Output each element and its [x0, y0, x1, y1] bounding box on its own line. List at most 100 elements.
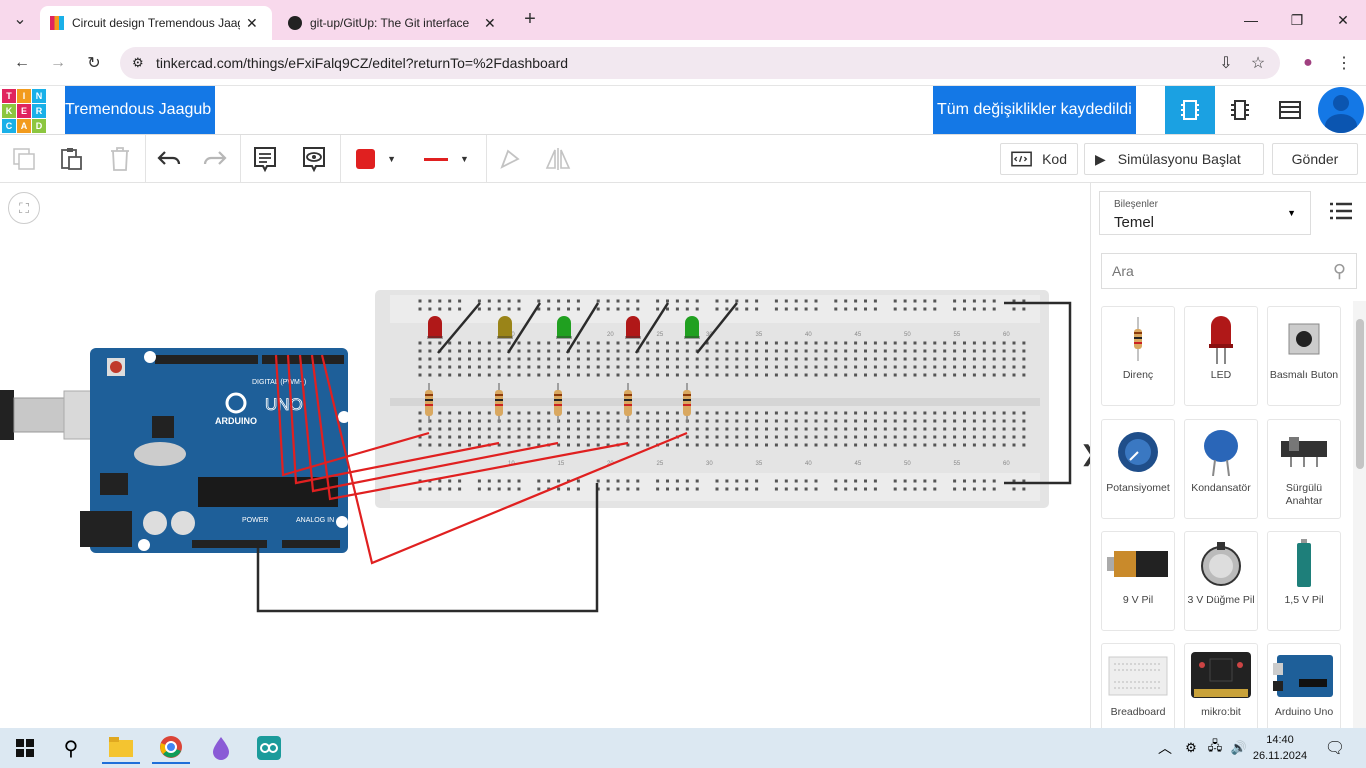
- paste-icon[interactable]: [55, 143, 87, 175]
- resistor-band: [495, 404, 503, 406]
- logo-letter: K: [2, 104, 16, 118]
- send-button[interactable]: Gönder: [1272, 143, 1358, 175]
- notes-icon[interactable]: [249, 143, 281, 175]
- resistor: [425, 390, 433, 416]
- wire-color-picker[interactable]: ▼: [346, 143, 406, 175]
- chrome-icon[interactable]: [152, 732, 190, 764]
- tab-github[interactable]: git-up/GitUp: The Git interface ✕: [278, 6, 508, 40]
- component-label: Basmalı Buton: [1269, 369, 1339, 381]
- browser-menu-icon[interactable]: ⋮: [1330, 50, 1358, 76]
- slide-switch-icon: [1268, 424, 1340, 480]
- wire-type-picker[interactable]: ▼: [414, 143, 480, 175]
- list-view-icon[interactable]: [1329, 201, 1353, 226]
- clock-time: 14:40: [1266, 734, 1294, 746]
- tab-tinkercad[interactable]: Circuit design Tremendous Jaag ✕: [40, 6, 272, 40]
- site-info-icon[interactable]: ⚙: [132, 55, 144, 71]
- component-label: LED: [1210, 369, 1232, 381]
- close-tab-icon[interactable]: ✕: [484, 15, 496, 32]
- component-capacitor[interactable]: Kondansatör: [1184, 419, 1258, 519]
- component-label: Breadboard: [1110, 706, 1166, 718]
- url-field[interactable]: ⚙ tinkercad.com/things/eFxiFalq9CZ/edite…: [120, 47, 1280, 79]
- breadboard-column-number: 20: [607, 332, 614, 338]
- back-icon[interactable]: ←: [8, 50, 36, 76]
- components-dropdown[interactable]: Bileşenler Temel ▼: [1099, 191, 1311, 235]
- toggle-notes-visibility-icon[interactable]: [298, 143, 330, 175]
- component-microbit[interactable]: mikro:bit: [1184, 643, 1258, 728]
- component-breadboard[interactable]: Breadboard: [1101, 643, 1175, 728]
- component-potentiometer[interactable]: Potansiyomet: [1101, 419, 1175, 519]
- logo-letter: R: [32, 104, 46, 118]
- components-panel: Bileşenler Temel ▼ ⚲ Direnç LED Basmalı …: [1090, 183, 1366, 728]
- minimize-icon[interactable]: —: [1228, 0, 1274, 40]
- search-input[interactable]: [1102, 254, 1312, 288]
- chevron-down-icon: ▼: [1287, 208, 1296, 218]
- install-icon[interactable]: ⇩: [1212, 50, 1240, 76]
- breadboard-column-number: 50: [904, 461, 911, 467]
- component-led[interactable]: LED: [1184, 306, 1258, 406]
- component-search[interactable]: ⚲: [1101, 253, 1357, 289]
- tinkercad-logo[interactable]: T I N K E R C A D: [2, 89, 46, 133]
- start-icon[interactable]: [6, 732, 44, 764]
- taskbar-clock[interactable]: 14:40 26.11.2024: [1252, 732, 1308, 764]
- resistor-band: [554, 404, 562, 406]
- logo-letter: E: [17, 104, 31, 118]
- rotate-icon[interactable]: [494, 143, 526, 175]
- circuit-chip-icon: [1181, 100, 1199, 120]
- led: [498, 316, 512, 338]
- wire-type-icon: [424, 157, 448, 161]
- search-icon[interactable]: ⚲: [52, 732, 90, 764]
- url-text: tinkercad.com/things/eFxiFalq9CZ/editel?…: [156, 55, 569, 71]
- component-list-view-button[interactable]: [1265, 86, 1315, 134]
- resistor-band: [683, 399, 691, 401]
- arduino-label: ARDUINO: [215, 416, 257, 426]
- arduino-ide-icon[interactable]: [250, 732, 288, 764]
- profile-icon[interactable]: ●: [1294, 50, 1322, 76]
- redo-icon[interactable]: [199, 143, 231, 175]
- digital-label: DIGITAL (PWM~): [252, 379, 306, 386]
- delete-icon[interactable]: [104, 143, 136, 175]
- component-pushbutton[interactable]: Basmalı Buton: [1267, 306, 1341, 406]
- reload-icon[interactable]: ↻: [80, 50, 108, 76]
- close-window-icon[interactable]: ✕: [1320, 0, 1366, 40]
- component-slide-switch[interactable]: Sürgülü Anahtar: [1267, 419, 1341, 519]
- component-arduino-uno[interactable]: Arduino Uno: [1267, 643, 1341, 728]
- logo-letter: A: [17, 119, 31, 133]
- usb-plug: [13, 397, 65, 433]
- panel-scrollbar[interactable]: [1353, 301, 1366, 728]
- component-label: Sürgülü Anahtar: [1285, 482, 1323, 507]
- resistor-band: [554, 399, 562, 401]
- breadboard-column-number: 25: [657, 461, 664, 467]
- circuit-canvas[interactable]: ⛶ ARDUINO UNO DIGITAL (PWM~) POWER ANALO…: [0, 183, 1098, 728]
- breadboard-column-number: 30: [706, 461, 713, 467]
- forward-icon[interactable]: →: [44, 50, 72, 76]
- design-name[interactable]: Tremendous Jaagub: [65, 86, 216, 134]
- circuit-view-button[interactable]: [1165, 86, 1215, 134]
- schematic-view-button[interactable]: [1215, 86, 1265, 134]
- code-button[interactable]: Kod: [1000, 143, 1078, 175]
- copy-icon[interactable]: [8, 143, 40, 175]
- led: [685, 316, 699, 338]
- resistor-band: [624, 394, 632, 396]
- notifications-icon[interactable]: 🗨: [1316, 732, 1354, 764]
- file-explorer-icon[interactable]: [102, 732, 140, 764]
- resistor-band: [495, 399, 503, 401]
- code-label: Kod: [1042, 151, 1067, 167]
- component-coin-cell[interactable]: 3 V Düğme Pil: [1184, 531, 1258, 631]
- component-9v-battery[interactable]: 9 V Pil: [1101, 531, 1175, 631]
- flip-icon[interactable]: [542, 143, 574, 175]
- breadboard-column-number: 50: [904, 332, 911, 338]
- breadboard: 1010151520202525303035354040454550505555…: [375, 290, 1049, 508]
- start-simulation-button[interactable]: ▶ Simülasyonu Başlat: [1084, 143, 1264, 175]
- clock-date: 26.11.2024: [1252, 750, 1308, 762]
- component-aa-battery[interactable]: 1,5 V Pil: [1267, 531, 1341, 631]
- tab-search-icon[interactable]: ⌄: [6, 6, 34, 32]
- restore-icon[interactable]: ❐: [1274, 0, 1320, 40]
- user-avatar[interactable]: [1316, 86, 1366, 134]
- component-resistor[interactable]: Direnç: [1101, 306, 1175, 406]
- new-tab-icon[interactable]: +: [516, 6, 544, 32]
- coin-cell-icon: [1185, 536, 1257, 592]
- undo-icon[interactable]: [153, 143, 185, 175]
- drop-app-icon[interactable]: [202, 732, 240, 764]
- close-tab-icon[interactable]: ✕: [246, 15, 258, 32]
- bookmark-star-icon[interactable]: ☆: [1244, 50, 1272, 76]
